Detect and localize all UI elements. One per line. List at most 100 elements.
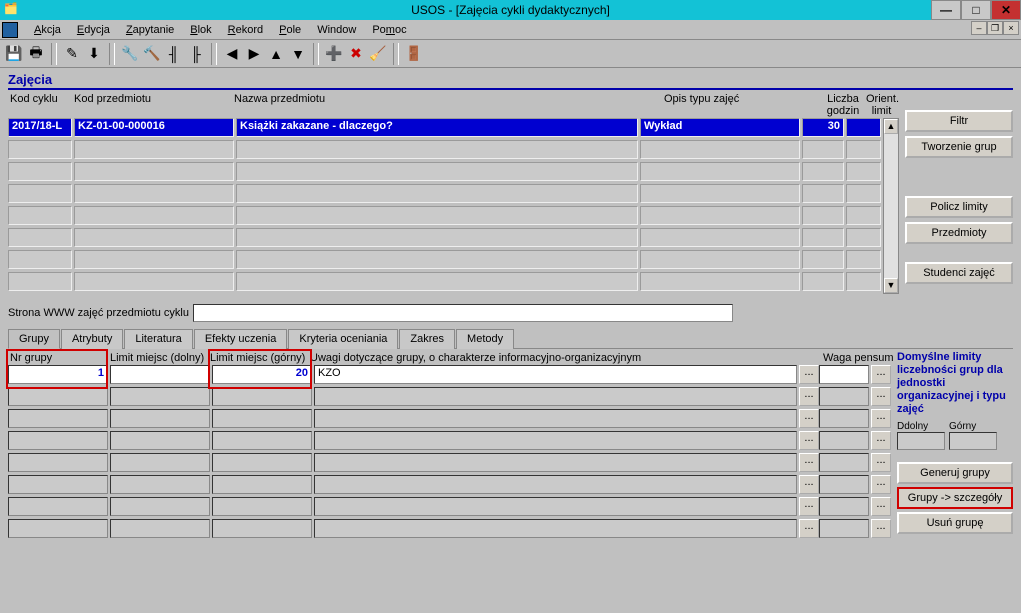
table-row[interactable]: ...... (8, 387, 891, 406)
cell-nr-grupy[interactable]: 1 (8, 365, 108, 384)
table-row[interactable]: 1 20 KZO ... ... (8, 365, 891, 384)
ellipsis-button[interactable]: ... (799, 431, 819, 450)
ellipsis-button[interactable]: ... (871, 497, 891, 516)
tab-literatura[interactable]: Literatura (124, 329, 192, 349)
cell-kod-cyklu[interactable]: 2017/18-L (8, 118, 72, 137)
cell-uwagi[interactable]: KZO (314, 365, 797, 384)
grupy-szczegoly-button[interactable]: Grupy -> szczegóły (897, 487, 1013, 509)
scroll-down-icon[interactable]: ▼ (884, 278, 898, 293)
tworzenie-grup-button[interactable]: Tworzenie grup (905, 136, 1013, 158)
nav-first-icon[interactable]: ◀ (222, 43, 242, 65)
cell-limit-gorny[interactable]: 20 (212, 365, 312, 384)
table-row[interactable] (8, 272, 883, 291)
table-row[interactable] (8, 162, 883, 181)
table-row[interactable] (8, 250, 883, 269)
ellipsis-button[interactable]: ... (871, 365, 891, 384)
header-uwagi: Uwagi dotyczące grupy, o charakterze inf… (308, 351, 801, 365)
ellipsis-button[interactable]: ... (799, 365, 819, 384)
tab-kryteria[interactable]: Kryteria oceniania (288, 329, 398, 349)
table-row[interactable]: ...... (8, 453, 891, 472)
menu-blok[interactable]: Blok (182, 22, 219, 38)
titlebar: 🗂️ USOS - [Zajęcia cykli dydaktycznych] … (0, 0, 1021, 20)
mdi-restore-button[interactable]: ❐ (987, 21, 1003, 35)
cell-nazwa[interactable]: Książki zakazane - dlaczego? (236, 118, 638, 137)
cell-waga[interactable] (819, 365, 869, 384)
menu-pole[interactable]: Pole (271, 22, 309, 38)
usun-grupe-button[interactable]: Usuń grupę (897, 512, 1013, 534)
przedmioty-button[interactable]: Przedmioty (905, 222, 1013, 244)
mdi-close-button[interactable]: × (1003, 21, 1019, 35)
generuj-grupy-button[interactable]: Generuj grupy (897, 462, 1013, 484)
print-icon[interactable]: 🖶 (26, 43, 46, 65)
table-row[interactable]: ...... (8, 497, 891, 516)
add-icon[interactable]: ➕ (324, 43, 344, 65)
nav-up-icon[interactable]: ▲ (266, 43, 286, 65)
menu-pomoc[interactable]: Pomoc (364, 22, 414, 38)
ellipsis-button[interactable]: ... (799, 453, 819, 472)
tab-atrybuty[interactable]: Atrybuty (61, 329, 123, 349)
app-icon: 🗂️ (4, 2, 20, 18)
cell-opis[interactable]: Wykład (640, 118, 800, 137)
ellipsis-button[interactable]: ... (799, 387, 819, 406)
cell-kod-przedmiotu[interactable]: KZ-01-00-000016 (74, 118, 234, 137)
www-label: Strona WWW zajęć przedmiotu cyklu (8, 307, 189, 319)
ellipsis-button[interactable]: ... (799, 519, 819, 538)
table-row[interactable]: 2017/18-L KZ-01-00-000016 Książki zakaza… (8, 118, 883, 137)
menu-window[interactable]: Window (309, 22, 364, 38)
table-row[interactable] (8, 228, 883, 247)
nav-next-icon[interactable]: ▶ (244, 43, 264, 65)
tab-metody[interactable]: Metody (456, 329, 514, 349)
cell-limit-dolny[interactable] (110, 365, 210, 384)
nav-down-icon[interactable]: ▼ (288, 43, 308, 65)
studenci-zajec-button[interactable]: Studenci zajęć (905, 262, 1013, 284)
ellipsis-button[interactable]: ... (871, 431, 891, 450)
ellipsis-button[interactable]: ... (799, 409, 819, 428)
cell-liczba[interactable]: 30 (802, 118, 844, 137)
ellipsis-button[interactable]: ... (799, 497, 819, 516)
delete-icon[interactable]: ✖ (346, 43, 366, 65)
ellipsis-button[interactable]: ... (871, 453, 891, 472)
down-arrow-icon[interactable]: ⬇ (84, 43, 104, 65)
table-row[interactable] (8, 140, 883, 159)
header-kod-cyklu: Kod cyklu (8, 92, 72, 118)
save-icon[interactable]: 💾 (4, 43, 24, 65)
tab-efekty[interactable]: Efekty uczenia (194, 329, 288, 349)
menu-zapytanie[interactable]: Zapytanie (118, 22, 182, 38)
table-row[interactable]: ...... (8, 475, 891, 494)
ellipsis-button[interactable]: ... (871, 475, 891, 494)
chart-icon-1[interactable]: ╢ (164, 43, 184, 65)
edit-icon[interactable]: ✎ (62, 43, 82, 65)
ellipsis-button[interactable]: ... (871, 519, 891, 538)
tool-icon-1[interactable]: 🔧 (120, 43, 140, 65)
clear-icon[interactable]: 🧹 (368, 43, 388, 65)
mdi-minimize-button[interactable]: – (971, 21, 987, 35)
ellipsis-button[interactable]: ... (799, 475, 819, 494)
section-title-zajecia: Zajęcia (8, 72, 1013, 90)
header-limit-gorny: Limit miejsc (górny) (208, 351, 308, 365)
ellipsis-button[interactable]: ... (871, 409, 891, 428)
close-button[interactable]: ✕ (991, 0, 1021, 20)
table-row[interactable]: ...... (8, 409, 891, 428)
menu-rekord[interactable]: Rekord (220, 22, 271, 38)
table-row[interactable]: ...... (8, 431, 891, 450)
table-row[interactable] (8, 206, 883, 225)
scroll-up-icon[interactable]: ▲ (884, 119, 898, 134)
policz-limity-button[interactable]: Policz limity (905, 196, 1013, 218)
chart-icon-2[interactable]: ╟ (186, 43, 206, 65)
tool-icon-2[interactable]: 🔨 (142, 43, 162, 65)
menu-akcja[interactable]: Akcja (26, 22, 69, 38)
tab-zakres[interactable]: Zakres (399, 329, 455, 349)
ellipsis-button[interactable]: ... (871, 387, 891, 406)
filtr-button[interactable]: Filtr (905, 110, 1013, 132)
exit-icon[interactable]: 🚪 (404, 43, 424, 65)
www-input[interactable] (193, 304, 733, 322)
minimize-button[interactable]: — (931, 0, 961, 20)
header-limit-dolny: Limit miejsc (dolny) (108, 351, 208, 365)
menu-edycja[interactable]: Edycja (69, 22, 118, 38)
scrollbar[interactable]: ▲ ▼ (883, 118, 899, 294)
maximize-button[interactable]: □ (961, 0, 991, 20)
table-row[interactable] (8, 184, 883, 203)
table-row[interactable]: ...... (8, 519, 891, 538)
cell-orient[interactable] (846, 118, 881, 137)
tab-grupy[interactable]: Grupy (8, 329, 60, 349)
